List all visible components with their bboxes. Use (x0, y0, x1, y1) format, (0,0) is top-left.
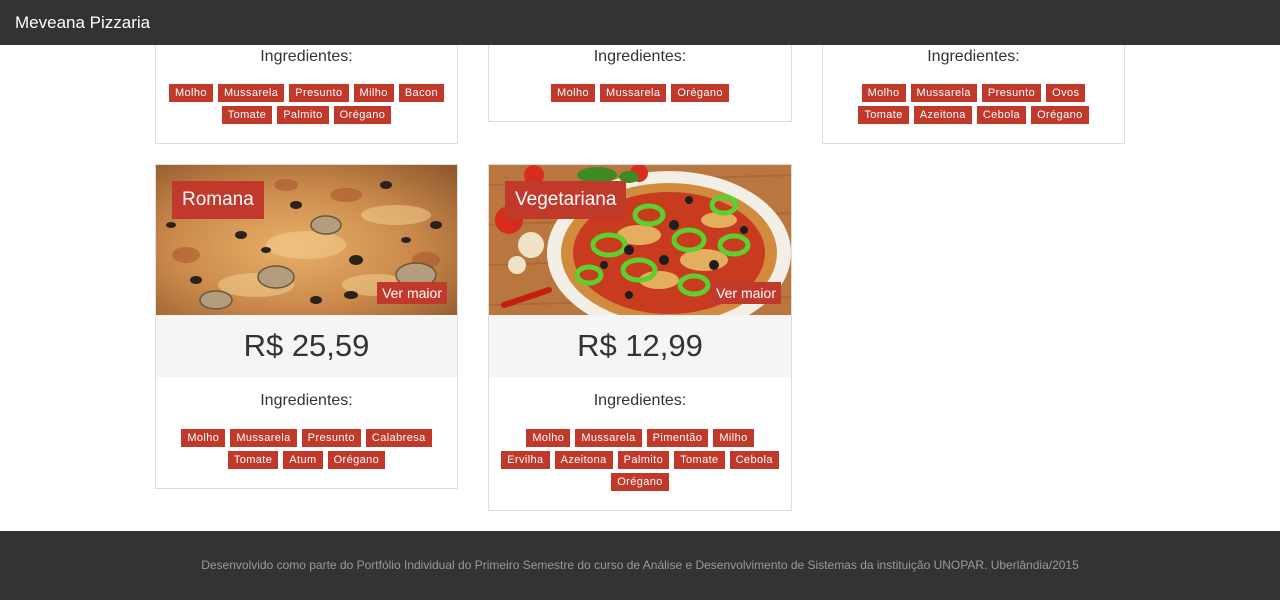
navbar: Meveana Pizzaria (0, 0, 1280, 45)
ingredient-tags: Molho Mussarela Orégano (489, 84, 791, 102)
pizza-card-top-2: Ingredientes: Molho Mussarela Orégano (488, 45, 792, 122)
ingredient-tag: Tomate (227, 451, 279, 469)
pizza-image-romana[interactable]: Romana Ver maior (156, 165, 457, 315)
ingredient-tag: Azeitona (554, 451, 613, 469)
pizza-price: R$ 12,99 (489, 315, 791, 377)
ingredient-tag: Mussarela (217, 84, 285, 102)
ingredient-tag: Tomate (674, 451, 725, 469)
ingredient-tag: Mussarela (600, 84, 667, 102)
ingredient-tag: Presunto (301, 429, 361, 447)
ingredient-tags: Molho Mussarela Pimentão Milho Ervilha A… (489, 429, 791, 491)
footer-text: Desenvolvido como parte do Portfólio Ind… (201, 558, 1079, 572)
pizza-card-top-1: Ingredientes: Molho Mussarela Presunto M… (155, 45, 458, 144)
pizza-name: Vegetariana (505, 181, 627, 219)
ingredient-tag: Tomate (221, 106, 273, 124)
ingredient-tag: Bacon (398, 84, 445, 102)
ingredient-tag: Palmito (277, 106, 329, 124)
pizza-image-vegetariana[interactable]: Vegetariana Ver maior (489, 165, 791, 315)
ingredient-tag: Pimentão (646, 429, 709, 447)
ingredients-title: Ingredientes: (593, 48, 687, 65)
ingredient-tag: Mussarela (230, 429, 297, 447)
ingredient-tag: Orégano (671, 84, 729, 102)
ingredient-tags: Molho Mussarela Presunto Milho Bacon Tom… (156, 84, 457, 124)
ingredient-tag: Molho (861, 84, 906, 102)
ingredient-tag: Molho (168, 84, 213, 102)
footer: Desenvolvido como parte do Portfólio Ind… (0, 531, 1280, 600)
ingredient-tag: Atum (283, 451, 323, 469)
ingredient-tag: Presunto (289, 84, 349, 102)
ingredient-tag: Tomate (858, 106, 909, 124)
ingredient-tag: Calabresa (365, 429, 432, 447)
pizza-price: R$ 25,59 (156, 315, 457, 377)
pizza-card-vegetariana: Vegetariana Ver maior R$ 12,99 Ingredien… (488, 164, 792, 511)
pizza-card-top-3: Ingredientes: Molho Mussarela Presunto O… (822, 45, 1125, 144)
ingredient-tag: Azeitona (913, 106, 972, 124)
ingredients-title: Ingredientes: (927, 48, 1020, 65)
brand-logo-text[interactable]: Meveana Pizzaria (15, 13, 150, 33)
ingredient-tag: Orégano (1031, 106, 1089, 124)
ingredient-tag: Ovos (1046, 84, 1086, 102)
ingredient-tag: Palmito (617, 451, 670, 469)
view-larger-button[interactable]: Ver maior (377, 282, 447, 304)
ingredient-tag: Ervilha (501, 451, 550, 469)
ingredient-tag: Cebola (976, 106, 1027, 124)
ingredient-tag: Mussarela (910, 84, 977, 102)
pizza-name: Romana (172, 181, 264, 219)
ingredient-tag: Orégano (327, 451, 386, 469)
ingredient-tag: Orégano (611, 473, 669, 491)
ingredient-tag: Molho (526, 429, 571, 447)
ingredient-tag: Cebola (729, 451, 779, 469)
ingredient-tag: Milho (713, 429, 754, 447)
ingredient-tag: Orégano (333, 106, 392, 124)
ingredients-title: Ingredientes: (593, 392, 687, 409)
ingredients-title: Ingredientes: (260, 48, 353, 65)
ingredient-tag: Presunto (981, 84, 1042, 102)
ingredients-title: Ingredientes: (260, 392, 353, 409)
pizza-card-romana: Romana Ver maior R$ 25,59 Ingredientes: … (155, 164, 458, 489)
ingredient-tag: Molho (181, 429, 226, 447)
ingredient-tag: Milho (353, 84, 394, 102)
ingredient-tags: Molho Mussarela Presunto Calabresa Tomat… (156, 429, 457, 469)
ingredient-tag: Mussarela (575, 429, 642, 447)
ingredient-tags: Molho Mussarela Presunto Ovos Tomate Aze… (823, 84, 1124, 124)
view-larger-button[interactable]: Ver maior (711, 282, 781, 304)
ingredient-tag: Molho (551, 84, 595, 102)
